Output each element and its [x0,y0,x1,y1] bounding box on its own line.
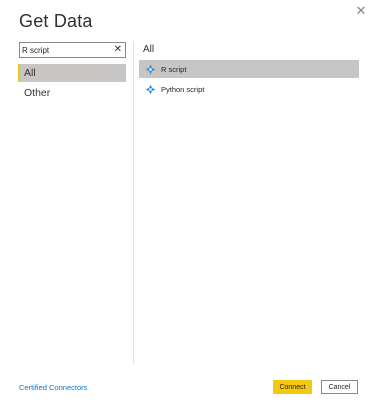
certified-connectors-link[interactable]: Certified Connectors [19,383,87,392]
category-item-all[interactable]: All [18,64,126,82]
search-input[interactable] [20,44,110,56]
category-item-other[interactable]: Other [18,84,126,102]
source-list: R script Python script [139,60,359,100]
category-list: All Other [18,64,126,104]
clear-icon[interactable]: ✕ [114,43,122,57]
source-label: Python script [161,84,205,94]
source-item-python-script[interactable]: Python script [139,80,359,98]
r-script-icon [145,64,156,75]
panel-divider [133,42,134,364]
category-label: All [24,67,36,79]
cancel-button[interactable]: Cancel [321,380,358,394]
close-icon[interactable]: ✕ [353,3,369,19]
source-item-r-script[interactable]: R script [139,60,359,78]
search-box[interactable]: ✕ [19,42,126,58]
python-script-icon [145,84,156,95]
connect-button[interactable]: Connect [273,380,312,394]
dialog-title: Get Data [19,11,93,31]
get-data-dialog: ✕ Get Data ✕ All Other All R script [0,0,377,415]
category-label: Other [24,87,51,99]
source-label: R script [161,64,187,74]
section-header: All [143,44,155,55]
